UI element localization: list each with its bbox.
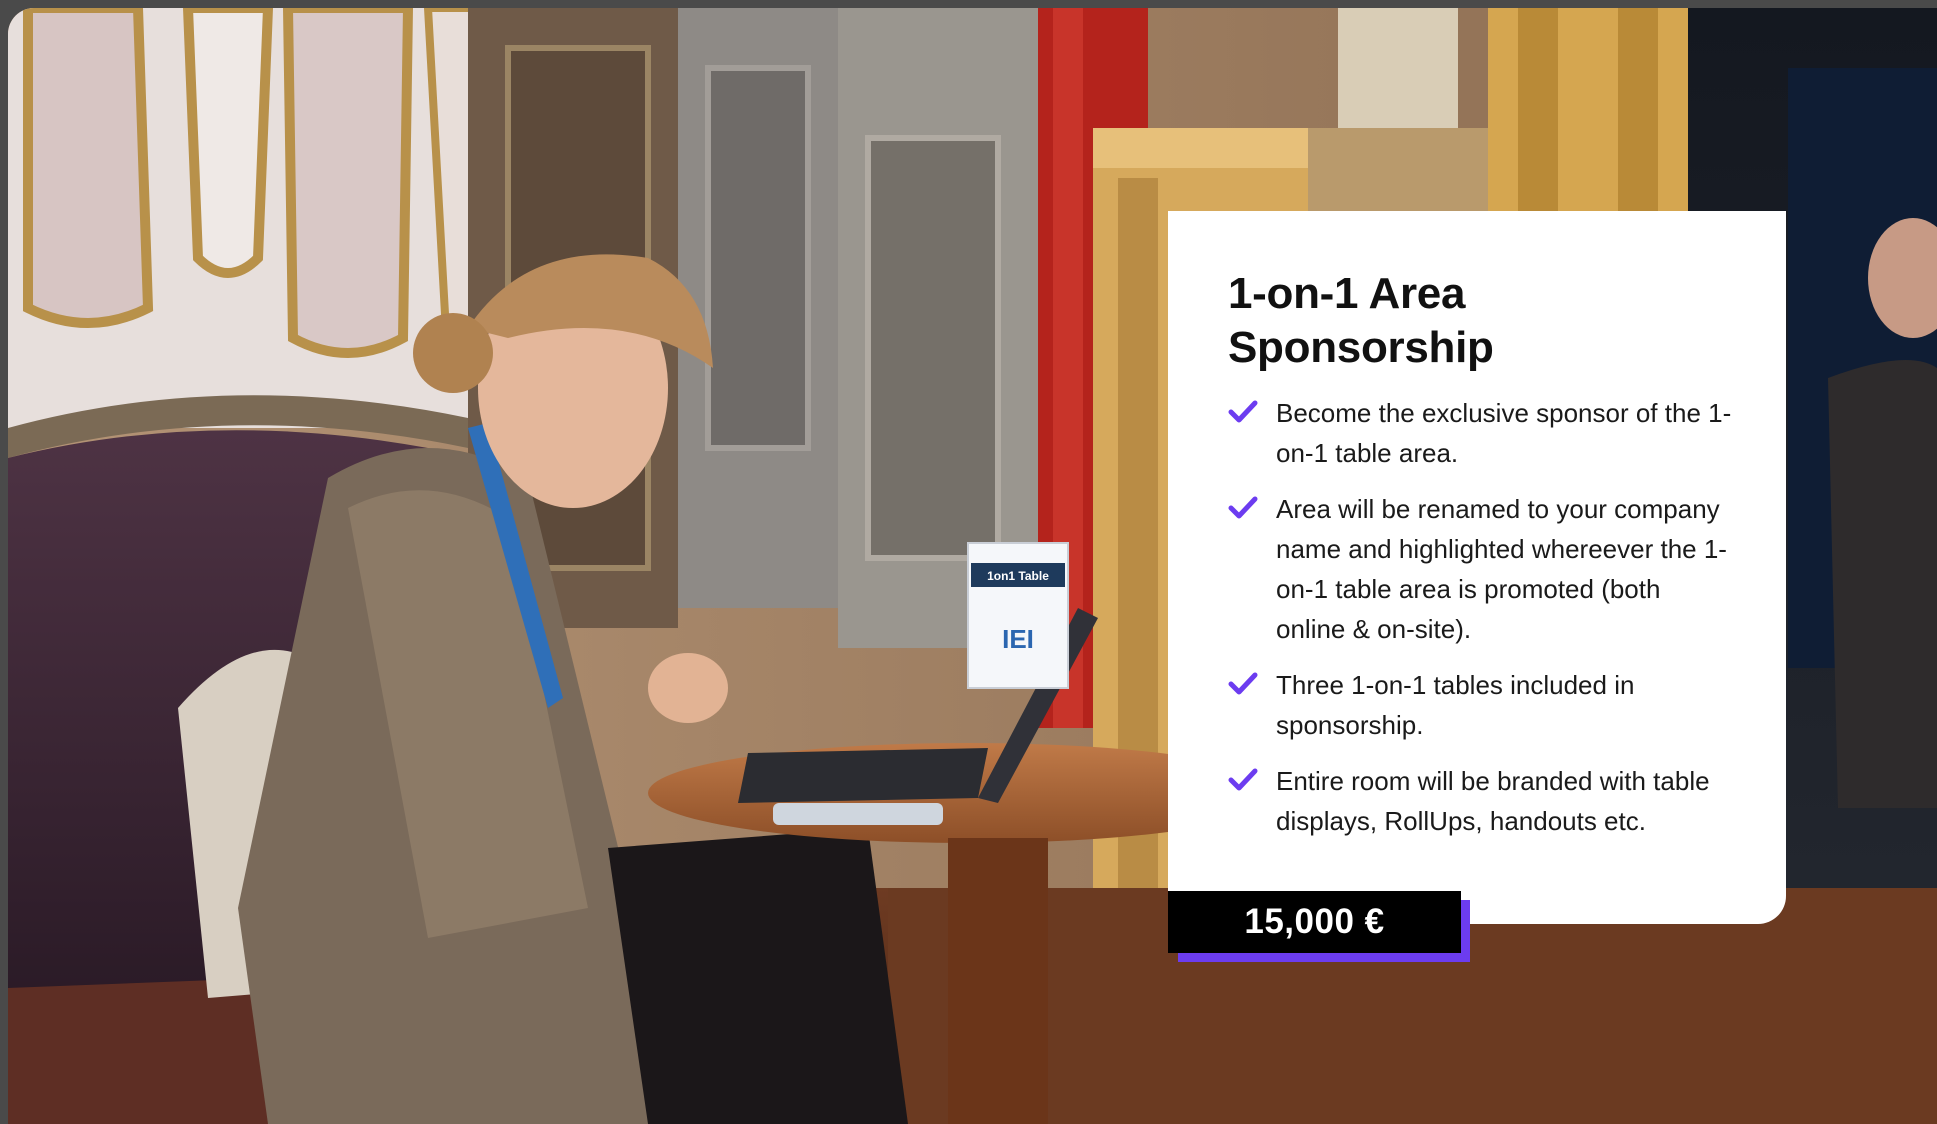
card-title-line-2: Sponsorship [1228, 323, 1494, 372]
benefit-text: Become the exclusive sponsor of the 1-on… [1276, 398, 1732, 468]
checkmark-icon [1228, 496, 1258, 519]
benefit-text: Three 1-on-1 tables included in sponsors… [1276, 670, 1635, 740]
table-sign-logo: IEI [1002, 624, 1034, 654]
card-title: 1-on-1 Area Sponsorship [1228, 267, 1736, 375]
benefit-item: Three 1-on-1 tables included in sponsors… [1228, 665, 1736, 745]
benefit-item: Area will be renamed to your company nam… [1228, 489, 1736, 649]
benefit-text: Area will be renamed to your company nam… [1276, 494, 1727, 644]
benefit-text: Entire room will be branded with table d… [1276, 766, 1710, 836]
page: 1on1 Table IEI 1-on-1 Area Sponsorship B… [0, 0, 1937, 1124]
card-title-line-1: 1-on-1 Area [1228, 269, 1466, 318]
table-sign-label: 1on1 Table [987, 569, 1049, 583]
checkmark-icon [1228, 768, 1258, 791]
price-tag: 15,000 € [1168, 891, 1461, 953]
benefit-item: Entire room will be branded with table d… [1228, 761, 1736, 841]
checkmark-icon [1228, 400, 1258, 423]
sponsorship-card: 1-on-1 Area Sponsorship Become the exclu… [1168, 211, 1786, 924]
benefit-item: Become the exclusive sponsor of the 1-on… [1228, 393, 1736, 473]
benefits-list: Become the exclusive sponsor of the 1-on… [1228, 393, 1736, 841]
checkmark-icon [1228, 672, 1258, 695]
